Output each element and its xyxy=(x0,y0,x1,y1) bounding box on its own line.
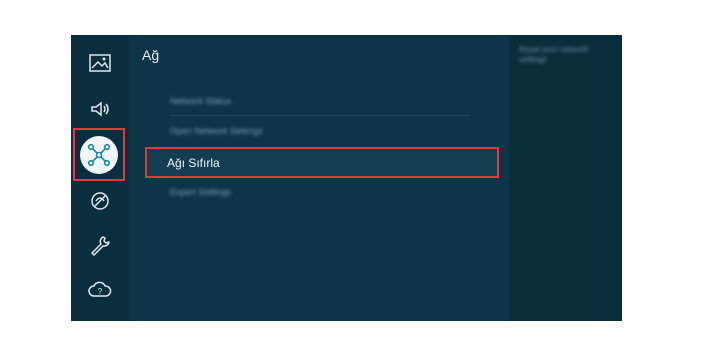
page-title: Ağ xyxy=(142,47,160,63)
description-panel: Reset your network settings xyxy=(509,35,622,321)
settings-category-rail: ? xyxy=(71,35,129,321)
network-icon xyxy=(87,143,111,166)
sound-icon xyxy=(91,101,109,117)
tv-settings-screen: ? Ağ Network Status Open Network Setting… xyxy=(71,35,622,321)
description-text: Reset your network settings xyxy=(519,45,588,64)
rail-item-tools[interactable] xyxy=(71,225,129,265)
reset-network-menu-item[interactable]: Ağı Sıfırla xyxy=(145,147,499,178)
support-icon xyxy=(91,192,109,210)
network-selected-circle xyxy=(80,135,118,174)
tools-icon xyxy=(91,236,110,256)
network-menu-panel: Ağ Network Status Open Network Settings … xyxy=(129,35,509,321)
menu-item-expert-settings[interactable]: Expert Settings xyxy=(170,187,231,197)
menu-item-network-status[interactable]: Network Status xyxy=(170,96,231,106)
rail-item-network[interactable] xyxy=(73,128,125,181)
menu-divider xyxy=(170,115,470,116)
rail-item-support[interactable] xyxy=(71,181,129,221)
svg-text:?: ? xyxy=(98,287,103,296)
menu-item-open-network-settings[interactable]: Open Network Settings xyxy=(170,126,263,136)
rail-item-picture[interactable] xyxy=(71,43,129,83)
picture-icon xyxy=(89,54,111,72)
reset-network-label: Ağı Sıfırla xyxy=(167,155,220,170)
rail-item-help[interactable]: ? xyxy=(71,271,129,311)
help-icon: ? xyxy=(88,281,112,297)
rail-item-sound[interactable] xyxy=(71,89,129,129)
